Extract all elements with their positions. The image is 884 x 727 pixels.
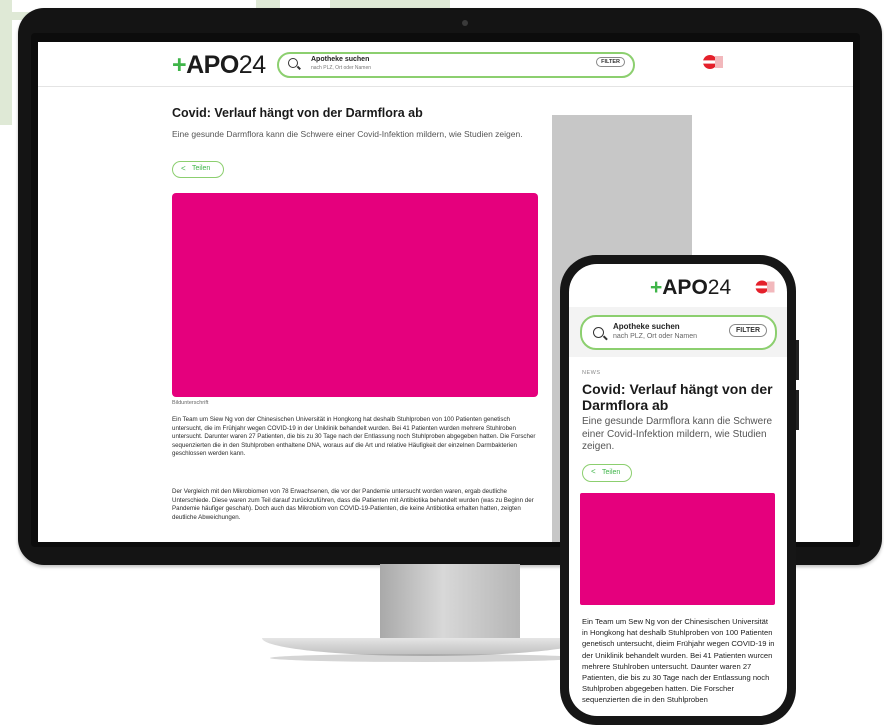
search-title: Apotheke suchen: [311, 56, 370, 63]
camera-icon: [462, 20, 468, 26]
monitor-stand: [380, 564, 520, 640]
logo-number: 24: [707, 276, 732, 299]
mobile-site-logo[interactable]: +APO24: [650, 276, 731, 300]
article-paragraph: Ein Team um Sew Ng von der Chinesischen …: [582, 617, 775, 705]
share-label: Teilen: [602, 468, 621, 476]
monitor-shadow: [270, 654, 580, 662]
share-icon: <: [181, 164, 186, 173]
article-paragraph: Ein Team um Siew Ng von der Chinesischen…: [172, 416, 536, 458]
site-logo[interactable]: +APO24: [172, 51, 266, 80]
logo-text: APO: [186, 51, 239, 79]
search-icon: [593, 327, 604, 338]
image-caption: Bildunterschrift: [172, 400, 209, 406]
logo-plus-icon: +: [172, 51, 187, 79]
logo-text: APO: [662, 276, 708, 299]
article-title: Covid: Verlauf hängt von der Darmflora a…: [172, 106, 423, 120]
logo-number: 24: [238, 51, 266, 79]
austria-flag-icon[interactable]: [702, 53, 724, 71]
article-title: Covid: Verlauf hängt von der Darmflora a…: [582, 381, 773, 413]
share-label: Teilen: [192, 165, 211, 172]
article-image: [172, 193, 538, 397]
article-lead: Eine gesunde Darmflora kann die Schwere …: [172, 129, 523, 139]
logo-plus-icon: +: [650, 276, 663, 299]
search-placeholder: nach PLZ, Ort oder Namen: [311, 65, 372, 71]
mobile-screen: +APO24 Apotheke suchen nach PLZ, Ort ode…: [569, 264, 787, 716]
filter-button[interactable]: FILTER: [729, 324, 767, 337]
category-label[interactable]: NEWS: [582, 370, 601, 376]
filter-button[interactable]: FILTER: [596, 57, 625, 67]
article-image: [580, 493, 775, 605]
search-placeholder: nach PLZ, Ort oder Namen: [613, 333, 698, 340]
search-icon: [288, 58, 298, 68]
share-button[interactable]: < Teilen: [582, 464, 632, 482]
article-paragraph: Der Vergleich mit den Mikrobiomen von 78…: [172, 488, 534, 521]
mobile-pharmacy-search-bar[interactable]: Apotheke suchen nach PLZ, Ort oder Namen…: [580, 315, 777, 350]
search-title: Apotheke suchen: [613, 322, 680, 331]
site-header: +APO24 Apotheke suchen nach PLZ, Ort ode…: [38, 42, 853, 87]
mobile-phone: +APO24 Apotheke suchen nach PLZ, Ort ode…: [560, 255, 796, 725]
background-decoration: [256, 0, 280, 8]
austria-flag-icon[interactable]: [755, 279, 775, 295]
share-button[interactable]: < Teilen: [172, 161, 224, 178]
background-decoration: [330, 0, 450, 8]
article-lead: Eine gesunde Darmflora kann die Schwere …: [582, 416, 773, 452]
share-icon: <: [591, 467, 596, 476]
pharmacy-search-bar[interactable]: Apotheke suchen nach PLZ, Ort oder Namen…: [277, 52, 635, 78]
